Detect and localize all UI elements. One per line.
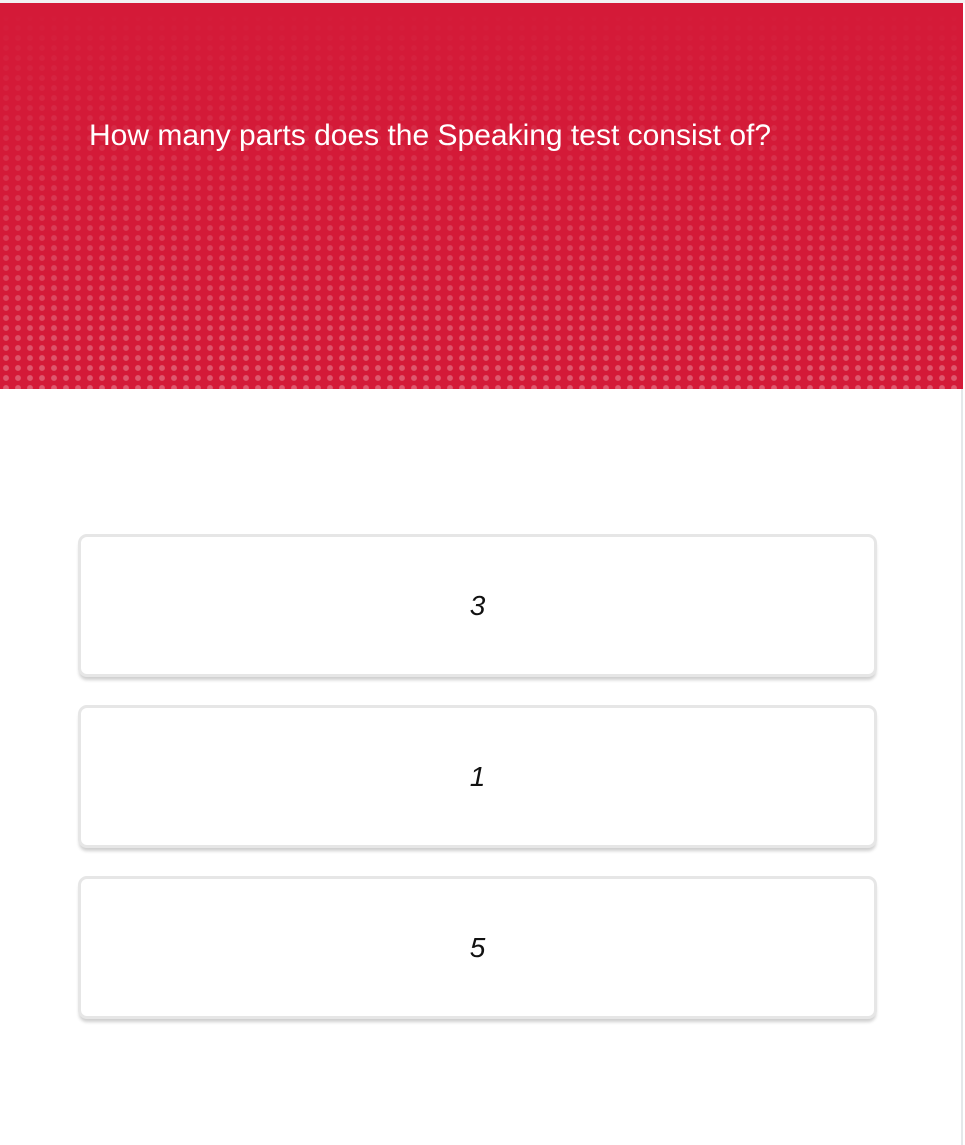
answer-label: 1 — [469, 760, 486, 792]
question-text: How many parts does the Speaking test co… — [89, 119, 772, 152]
right-border — [961, 389, 963, 1145]
answer-label: 3 — [469, 589, 486, 621]
question-banner: How many parts does the Speaking test co… — [0, 3, 963, 389]
answer-option-2[interactable]: 1 — [78, 705, 877, 848]
answer-option-3[interactable]: 5 — [78, 876, 877, 1019]
answer-option-1[interactable]: 3 — [78, 534, 877, 677]
dot-pattern — [0, 3, 963, 389]
answer-label: 5 — [469, 931, 486, 963]
